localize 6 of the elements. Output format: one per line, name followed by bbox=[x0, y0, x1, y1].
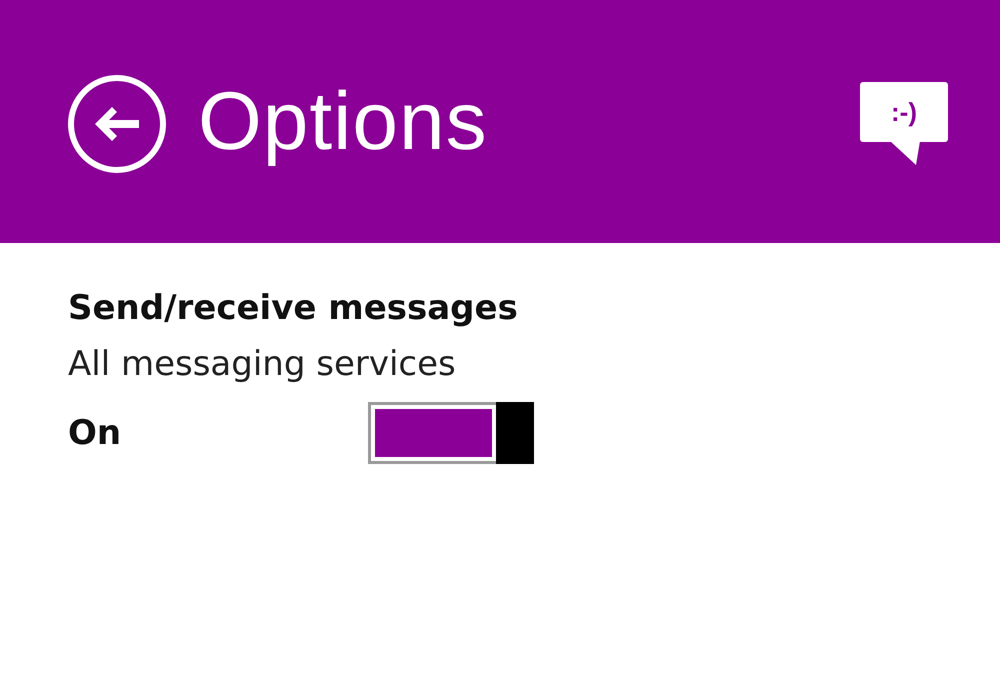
page-title: Options bbox=[198, 74, 488, 168]
toggle-state-label: On bbox=[68, 413, 122, 453]
setting-title: Send/receive messages bbox=[68, 288, 519, 328]
setting-description: All messaging services bbox=[68, 344, 457, 384]
bubble-tail-icon bbox=[890, 141, 920, 165]
toggle-switch[interactable] bbox=[368, 402, 534, 464]
